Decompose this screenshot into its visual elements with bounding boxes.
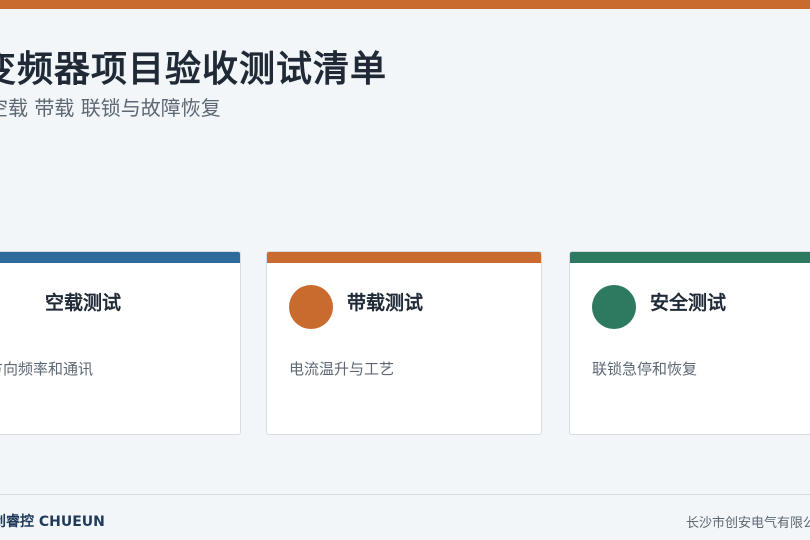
card-accent-stripe [0, 252, 240, 263]
page-subtitle: 空载 带载 联锁与故障恢复 [0, 96, 221, 120]
card-title: 空载测试 [45, 292, 122, 314]
company-name: 长沙市创安电气有限公司 [686, 516, 810, 531]
card-accent-stripe [570, 252, 810, 263]
card-load-test: 带载测试 电流温升与工艺 [266, 251, 542, 435]
card-safety-test: 安全测试 联锁急停和恢复 [569, 251, 810, 435]
circle-icon [592, 285, 636, 329]
card-description: 联锁急停和恢复 [592, 360, 698, 378]
card-description: 电流温升与工艺 [289, 360, 395, 378]
footer-divider [0, 494, 810, 495]
card-accent-stripe [267, 252, 541, 263]
card-title: 安全测试 [650, 292, 727, 314]
circle-icon [289, 285, 333, 329]
card-title: 带载测试 [347, 292, 424, 314]
card-description: 方向频率和通讯 [0, 360, 94, 378]
card-no-load-test: 空载测试 方向频率和通讯 [0, 251, 241, 435]
brand-logo-text: 创睿控 CHUEUN [0, 514, 105, 530]
page-title: 变频器项目验收测试清单 [0, 49, 388, 90]
top-accent-bar [0, 0, 810, 9]
